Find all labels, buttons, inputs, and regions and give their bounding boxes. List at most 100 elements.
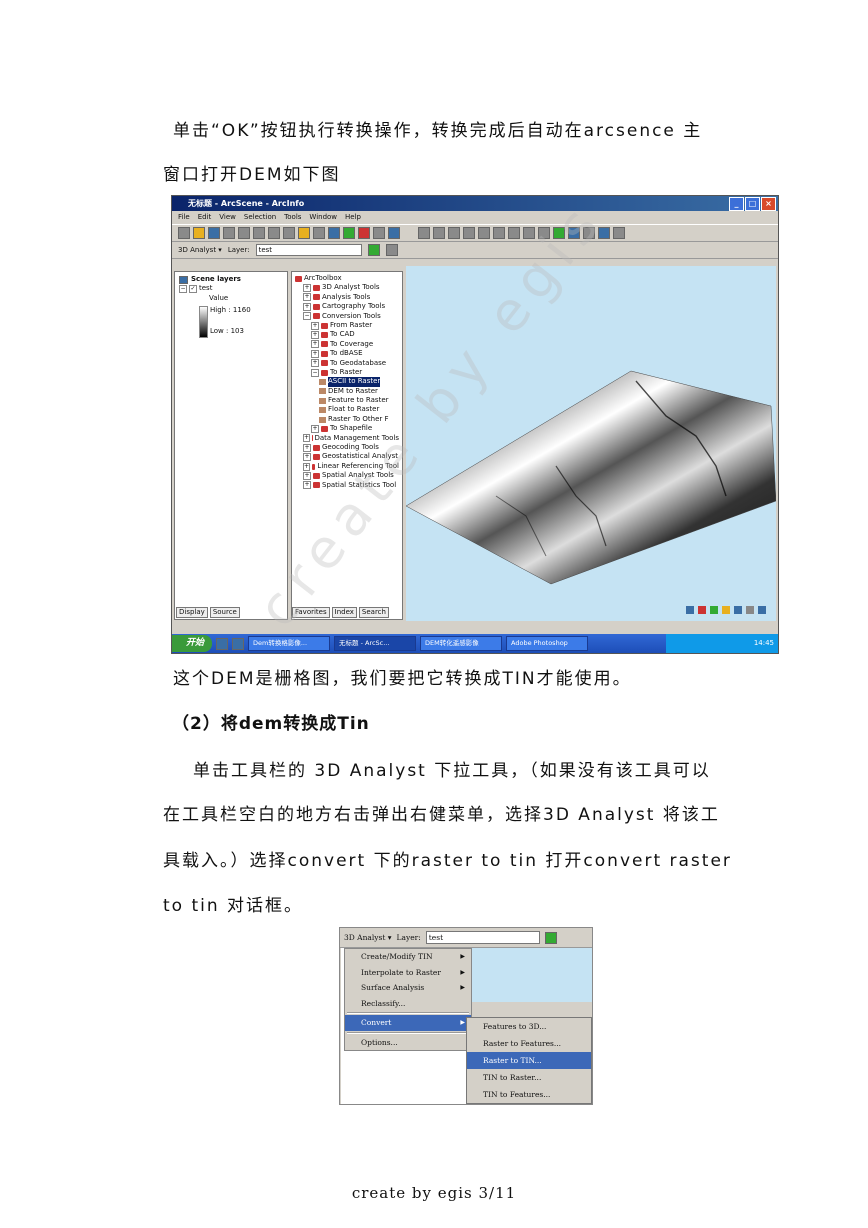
- quicklaunch-icon[interactable]: [232, 637, 245, 650]
- menu-item-surface-analysis[interactable]: Surface Analysis ▶: [345, 980, 471, 996]
- expand-icon[interactable]: +: [311, 424, 319, 433]
- collapse-icon[interactable]: −: [179, 285, 187, 294]
- layer-test-node[interactable]: − ✓ test: [179, 284, 283, 294]
- expand-icon[interactable]: +: [303, 302, 311, 311]
- save-icon[interactable]: [208, 227, 220, 239]
- toolbox-tree-item[interactable]: + Analysis Tools: [295, 293, 399, 302]
- add-data-icon[interactable]: [298, 227, 310, 239]
- toolbox-tree-item[interactable]: DEM to Raster: [295, 387, 399, 396]
- submenu-features-to-3d[interactable]: Features to 3D...: [467, 1018, 591, 1035]
- toolbox-tree-item[interactable]: ASCII to Raster: [295, 377, 399, 387]
- taskbar-item[interactable]: Adobe Photoshop: [506, 636, 589, 651]
- toolbox-tree-item[interactable]: + To Geodatabase: [295, 359, 399, 368]
- expand-icon[interactable]: +: [311, 340, 319, 349]
- toolbox-tree-item[interactable]: + From Raster: [295, 321, 399, 330]
- expand-icon[interactable]: +: [303, 293, 311, 302]
- tab-favorites[interactable]: Favorites: [292, 607, 330, 618]
- layer-select[interactable]: test: [255, 244, 362, 256]
- 3d-analyst-dropdown[interactable]: 3D Analyst ▾: [344, 933, 392, 942]
- taskbar-item[interactable]: 无标题 - ArcSc...: [334, 636, 417, 651]
- toolbox-tree-item[interactable]: − Conversion Tools: [295, 312, 399, 321]
- toolbox-tree-item[interactable]: + Cartography Tools: [295, 302, 399, 311]
- zoom-out-icon[interactable]: [478, 227, 490, 239]
- toolbox-tree-item[interactable]: + To Shapefile: [295, 424, 399, 433]
- zoom-to-target-icon[interactable]: [538, 227, 550, 239]
- layer-properties-icon[interactable]: [343, 227, 355, 239]
- toolbox-tree-item[interactable]: + To Coverage: [295, 340, 399, 349]
- zoom-in-icon[interactable]: [448, 227, 460, 239]
- menu-item-interpolate-to-raster[interactable]: Interpolate to Raster ▶: [345, 965, 471, 981]
- expand-icon[interactable]: −: [311, 368, 319, 377]
- toolbox-tree-item[interactable]: + Geocoding Tools: [295, 443, 399, 452]
- toolbox-icon[interactable]: [358, 227, 370, 239]
- layer-select[interactable]: test: [425, 931, 540, 944]
- select-icon[interactable]: [583, 227, 595, 239]
- tab-display[interactable]: Display: [176, 607, 208, 618]
- menu-selection[interactable]: Selection: [244, 211, 276, 224]
- 3d-analyst-dropdown[interactable]: 3D Analyst ▾: [178, 246, 222, 254]
- navigate-icon[interactable]: [418, 227, 430, 239]
- toolbox-tree-item[interactable]: + Data Management Tools: [295, 434, 399, 443]
- new-icon[interactable]: [178, 227, 190, 239]
- close-button[interactable]: ×: [761, 197, 776, 211]
- observer-icon[interactable]: [568, 227, 580, 239]
- menu-window[interactable]: Window: [309, 211, 337, 224]
- menu-item-options[interactable]: Options...: [345, 1035, 471, 1051]
- toolbox-tree-item[interactable]: Raster To Other F: [295, 415, 399, 424]
- toolbox-tree-item[interactable]: + To CAD: [295, 330, 399, 340]
- identify-icon[interactable]: [598, 227, 610, 239]
- menu-item-create-modify-tin[interactable]: Create/Modify TIN ▶: [345, 949, 471, 965]
- submenu-raster-to-features[interactable]: Raster to Features...: [467, 1035, 591, 1052]
- tab-index[interactable]: Index: [331, 607, 357, 618]
- copy-icon[interactable]: [253, 227, 265, 239]
- histogram-icon[interactable]: [367, 244, 380, 256]
- submenu-raster-to-tin[interactable]: Raster to TIN...: [467, 1052, 591, 1069]
- expand-icon[interactable]: +: [311, 331, 319, 340]
- toolbox-tree-item[interactable]: + Geostatistical Analyst: [295, 452, 399, 462]
- print-icon[interactable]: [223, 227, 235, 239]
- delete-icon[interactable]: [283, 227, 295, 239]
- scene-nav-icons[interactable]: [686, 606, 766, 614]
- menu-item-reclassify[interactable]: Reclassify...: [345, 996, 471, 1012]
- rotate-icon[interactable]: [553, 227, 565, 239]
- toolbox-tree-item[interactable]: ArcToolbox: [295, 274, 399, 283]
- expand-icon[interactable]: +: [303, 284, 311, 293]
- binoculars-icon[interactable]: [613, 227, 625, 239]
- toolbox-tree-item[interactable]: Float to Raster: [295, 405, 399, 414]
- menu-file[interactable]: File: [178, 211, 190, 224]
- maximize-button[interactable]: □: [745, 197, 760, 211]
- toolbox-tree-item[interactable]: + Spatial Analyst Tools: [295, 471, 399, 480]
- help-icon[interactable]: [388, 227, 400, 239]
- expand-icon[interactable]: +: [303, 462, 311, 471]
- quicklaunch-icon[interactable]: [216, 637, 229, 650]
- submenu-tin-to-raster[interactable]: TIN to Raster...: [467, 1069, 591, 1086]
- checkbox-icon[interactable]: ✓: [189, 285, 197, 294]
- narrow-fov-icon[interactable]: [493, 227, 505, 239]
- minimize-button[interactable]: _: [729, 197, 744, 211]
- full-extent-icon[interactable]: [523, 227, 535, 239]
- menu-edit[interactable]: Edit: [198, 211, 212, 224]
- menu-tools[interactable]: Tools: [284, 211, 301, 224]
- start-button[interactable]: 开始: [172, 635, 213, 652]
- menu-view[interactable]: View: [219, 211, 236, 224]
- interpolate-icon[interactable]: [385, 244, 398, 256]
- command-line-icon[interactable]: [373, 227, 385, 239]
- menu-item-convert[interactable]: Convert ▶: [345, 1015, 471, 1031]
- tab-search[interactable]: Search: [358, 607, 389, 618]
- expand-icon[interactable]: +: [303, 481, 311, 490]
- toolbox-tree-item[interactable]: +3D Analyst Tools: [295, 283, 399, 293]
- expand-icon[interactable]: +: [311, 359, 319, 368]
- toolbox-tree-item[interactable]: + To dBASE: [295, 349, 399, 358]
- toolbox-tree-item[interactable]: + Spatial Statistics Tool: [295, 481, 399, 490]
- expand-icon[interactable]: +: [303, 453, 311, 462]
- toolbox-tree-item[interactable]: + Linear Referencing Tool: [295, 462, 399, 471]
- expand-icon[interactable]: +: [311, 321, 319, 330]
- full-screen-icon[interactable]: [313, 227, 325, 239]
- scene-layers-node[interactable]: Scene layers: [179, 275, 283, 284]
- scene-view[interactable]: [405, 266, 777, 621]
- taskbar-item[interactable]: Dem转换格影像...: [248, 636, 331, 651]
- toolbox-tree-item[interactable]: Feature to Raster: [295, 396, 399, 405]
- toolbox-tree-item[interactable]: − To Raster: [295, 368, 399, 377]
- histogram-icon[interactable]: [544, 931, 557, 944]
- pan-icon[interactable]: [463, 227, 475, 239]
